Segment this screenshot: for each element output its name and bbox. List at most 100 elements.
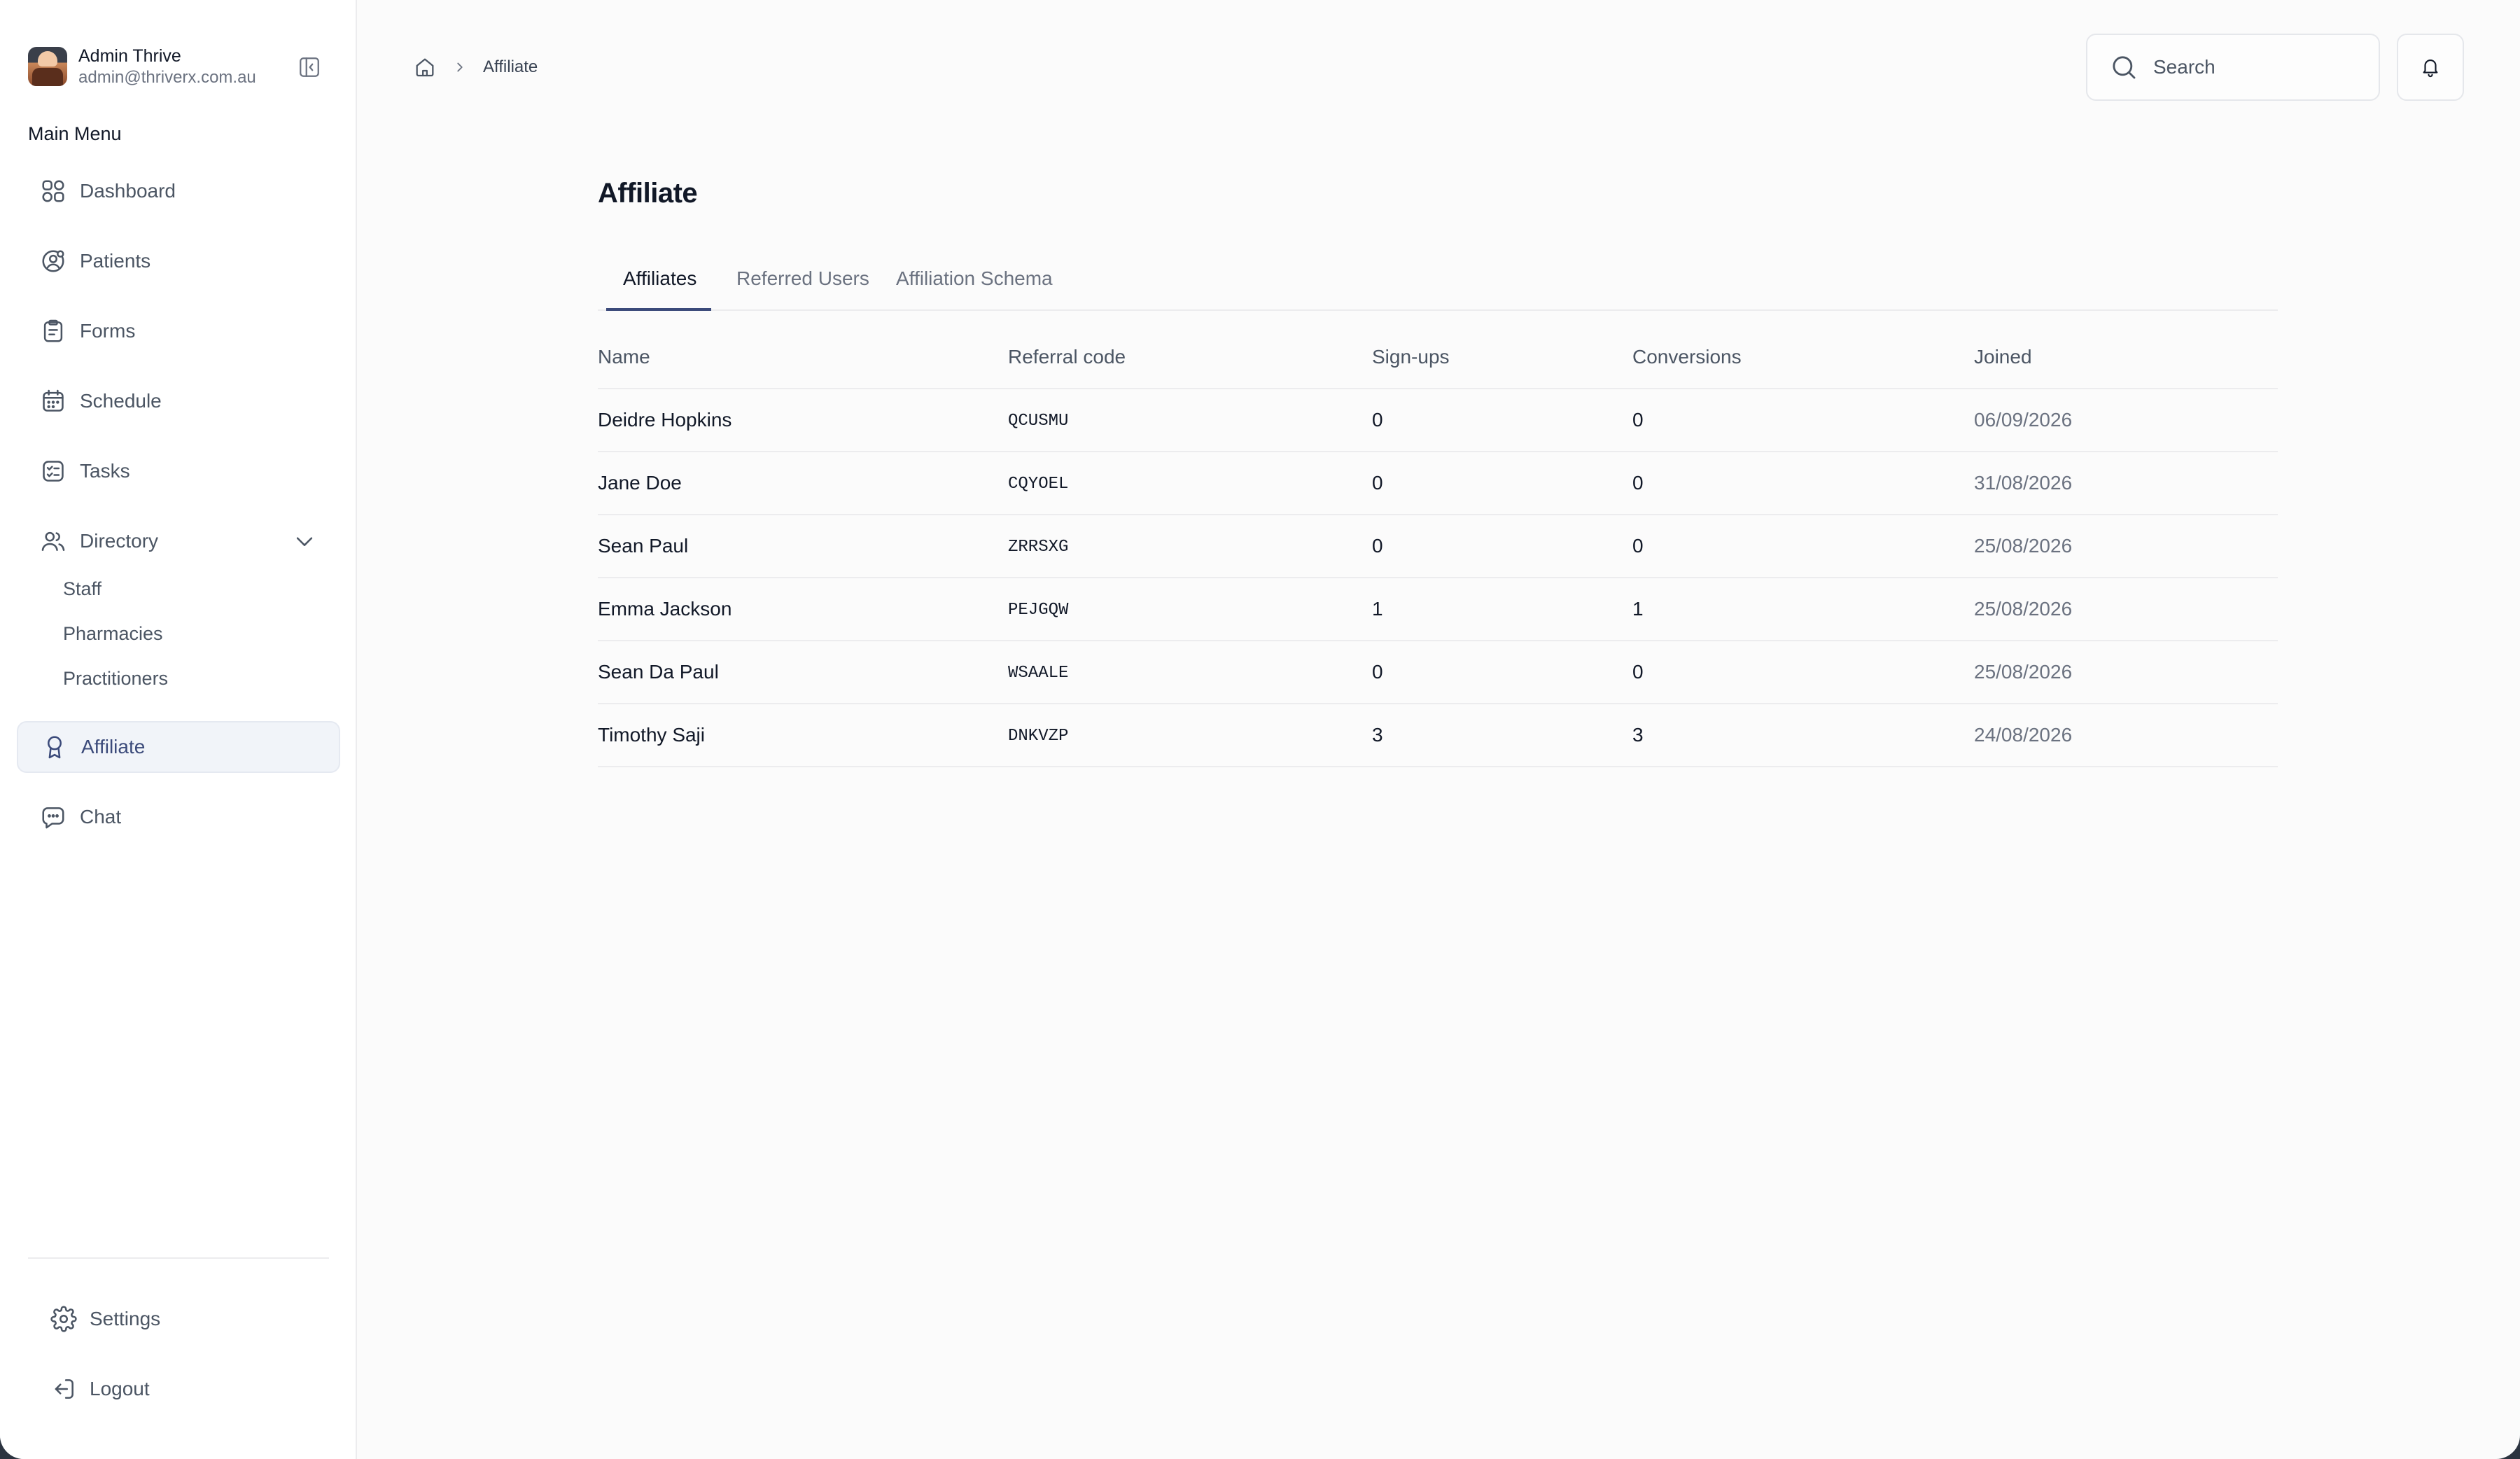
sidebar-item-label: Directory — [80, 530, 159, 552]
sidebar-item-label: Schedule — [80, 390, 162, 412]
sidebar: Admin Thrive admin@thriverx.com.au Main … — [0, 0, 357, 1459]
settings-button[interactable]: Settings — [50, 1298, 160, 1340]
logout-icon — [55, 1379, 74, 1399]
cell-name: Sean Paul — [598, 535, 689, 557]
chevron-right-icon — [457, 62, 463, 72]
table-row[interactable]: Sean Paul ZRRSXG 0 0 25/08/2026 — [598, 515, 2278, 578]
cell-referral-code: ZRRSXG — [1008, 538, 1069, 557]
collapse-sidebar-button[interactable] — [295, 53, 323, 81]
sidebar-divider — [28, 1257, 329, 1259]
column-header-conversions[interactable]: Conversions — [1632, 346, 1742, 368]
award-icon — [41, 733, 69, 761]
sidebar-item-label: Forms — [80, 320, 136, 342]
checklist-icon — [39, 457, 67, 485]
sidebar-item-directory[interactable]: Directory — [17, 515, 340, 567]
affiliates-table: Name Referral code Sign-ups Conversions … — [598, 326, 2278, 767]
cell-conversions: 0 — [1632, 409, 1644, 431]
tab-affiliation-schema[interactable]: Affiliation Schema — [896, 263, 1053, 311]
chat-icon — [39, 803, 67, 831]
cell-conversions: 0 — [1632, 535, 1644, 557]
settings-label: Settings — [90, 1308, 161, 1329]
cell-joined: 25/08/2026 — [1974, 598, 2073, 620]
search-box[interactable] — [2086, 34, 2380, 101]
cell-sign-ups: 3 — [1372, 724, 1383, 746]
chevron-down-icon[interactable] — [293, 529, 316, 553]
grid-icon — [39, 177, 67, 205]
user-name: Admin Thrive — [78, 46, 181, 66]
table-row[interactable]: Timothy Saji DNKVZP 3 3 24/08/2026 — [598, 704, 2278, 767]
cell-joined: 06/09/2026 — [1974, 409, 2073, 431]
cell-referral-code: PEJGQW — [1008, 601, 1069, 620]
cell-joined: 24/08/2026 — [1974, 724, 2073, 746]
page-title: Affiliate — [598, 178, 698, 209]
cell-sign-ups: 0 — [1372, 535, 1383, 557]
user-circle-icon — [39, 247, 67, 275]
table-row[interactable]: Emma Jackson PEJGQW 1 1 25/08/2026 — [598, 578, 2278, 641]
table-row[interactable]: Deidre Hopkins QCUSMU 0 0 06/09/2026 — [598, 389, 2278, 452]
cell-conversions: 0 — [1632, 472, 1644, 494]
sidebar-toggle-icon — [300, 57, 319, 77]
calendar-icon — [39, 387, 67, 415]
column-header-joined[interactable]: Joined — [1974, 346, 2032, 368]
sidebar-item-label: Chat — [80, 806, 122, 828]
cell-referral-code: DNKVZP — [1008, 727, 1069, 746]
logout-button[interactable]: Logout — [50, 1368, 150, 1410]
breadcrumb-current: Affiliate — [483, 57, 538, 76]
cell-sign-ups: 0 — [1372, 661, 1383, 683]
cell-referral-code: WSAALE — [1008, 664, 1069, 683]
table-row[interactable]: Jane Doe CQYOEL 0 0 31/08/2026 — [598, 452, 2278, 515]
sidebar-item-dashboard[interactable]: Dashboard — [17, 165, 340, 217]
tab-referred-users[interactable]: Referred Users — [736, 263, 869, 311]
cell-name: Emma Jackson — [598, 598, 732, 620]
search-input[interactable] — [2153, 56, 2377, 78]
sidebar-item-forms[interactable]: Forms — [17, 305, 340, 357]
user-profile[interactable]: Admin Thrive admin@thriverx.com.au — [28, 43, 329, 90]
cell-sign-ups: 1 — [1372, 598, 1383, 620]
gear-icon — [50, 1306, 77, 1332]
cell-referral-code: QCUSMU — [1008, 412, 1069, 431]
clipboard-icon — [39, 317, 67, 345]
avatar — [28, 47, 67, 86]
app-window: Admin Thrive admin@thriverx.com.au Main … — [0, 0, 2520, 1459]
cell-joined: 31/08/2026 — [1974, 472, 2073, 494]
table-header: Name Referral code Sign-ups Conversions … — [598, 326, 2278, 389]
cell-referral-code: CQYOEL — [1008, 475, 1069, 494]
users-icon — [39, 527, 67, 555]
sidebar-item-tasks[interactable]: Tasks — [17, 445, 340, 497]
sidebar-subitem-staff[interactable]: Staff — [63, 578, 102, 600]
table-row[interactable]: Sean Da Paul WSAALE 0 0 25/08/2026 — [598, 641, 2278, 704]
sidebar-item-chat[interactable]: Chat — [17, 791, 340, 843]
sidebar-subitem-practitioners[interactable]: Practitioners — [63, 668, 168, 690]
sidebar-item-schedule[interactable]: Schedule — [17, 375, 340, 427]
logout-label: Logout — [90, 1378, 150, 1399]
cell-name: Timothy Saji — [598, 724, 706, 746]
column-header-sign-ups[interactable]: Sign-ups — [1372, 346, 1450, 368]
tab-affiliates[interactable]: Affiliates — [606, 263, 711, 311]
cell-joined: 25/08/2026 — [1974, 661, 2073, 683]
column-header-referral-code[interactable]: Referral code — [1008, 346, 1126, 368]
user-email: admin@thriverx.com.au — [78, 68, 256, 87]
sidebar-item-label: Patients — [80, 250, 151, 272]
cell-sign-ups: 0 — [1372, 409, 1383, 431]
sidebar-item-label: Affiliate — [81, 736, 146, 758]
sidebar-item-affiliate[interactable]: Affiliate — [17, 721, 340, 773]
search-icon — [2113, 56, 2136, 79]
sidebar-item-patients[interactable]: Patients — [17, 235, 340, 287]
cell-name: Sean Da Paul — [598, 661, 719, 683]
bell-icon — [2423, 60, 2438, 78]
cell-conversions: 0 — [1632, 661, 1644, 683]
column-header-name[interactable]: Name — [598, 346, 650, 368]
cell-joined: 25/08/2026 — [1974, 535, 2073, 557]
cell-name: Jane Doe — [598, 472, 682, 494]
cell-name: Deidre Hopkins — [598, 409, 732, 431]
breadcrumb: Affiliate — [413, 53, 538, 81]
home-icon[interactable] — [413, 55, 437, 79]
sidebar-item-label: Dashboard — [80, 180, 176, 202]
main-menu-title: Main Menu — [28, 123, 122, 144]
cell-sign-ups: 0 — [1372, 472, 1383, 494]
notifications-button[interactable] — [2397, 34, 2464, 101]
sidebar-subitem-pharmacies[interactable]: Pharmacies — [63, 623, 163, 645]
tab-bar: Affiliates Referred Users Affiliation Sc… — [598, 263, 2278, 311]
cell-conversions: 3 — [1632, 724, 1644, 746]
main-content: Affiliate Affiliate Affiliates Referred … — [357, 0, 2520, 1459]
